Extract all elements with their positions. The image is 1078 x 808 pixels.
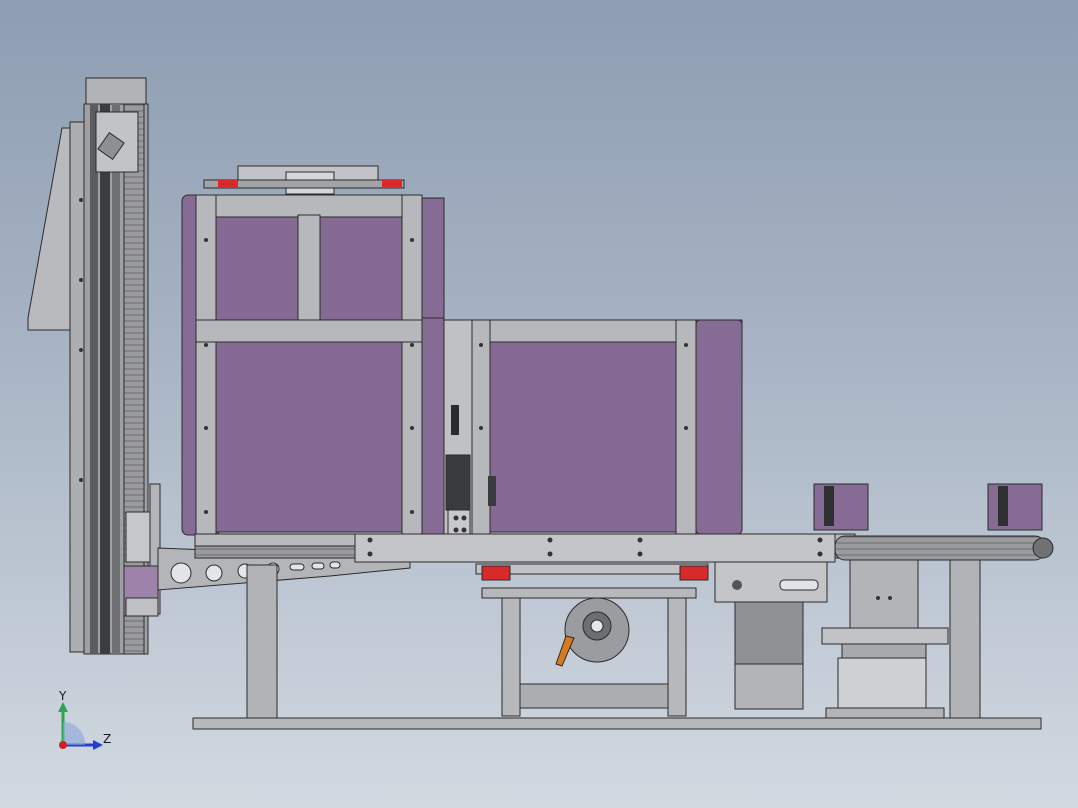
y-arrow-head [58, 702, 68, 712]
drive-unit [475, 563, 709, 717]
conveyor-carriers [813, 483, 1043, 531]
vertical-lift-column [27, 77, 161, 655]
z-axis-label: Z [103, 732, 111, 746]
x-axis-dot [59, 741, 67, 749]
leg-left [246, 564, 278, 719]
cylinder-stack [821, 559, 949, 719]
z-arrow-head [93, 740, 103, 750]
leg-right [949, 559, 981, 719]
center-post [443, 319, 473, 539]
machine-side-view: Y Z [27, 77, 1054, 750]
motor-assembly [714, 561, 828, 710]
cad-viewport[interactable]: Y Z [0, 0, 1078, 808]
upper-left-cabinet [181, 165, 445, 536]
base-plate [192, 717, 1042, 730]
main-beam [194, 533, 1054, 563]
axis-triad: Y Z [58, 689, 111, 750]
y-axis-label: Y [58, 689, 67, 703]
right-cabinet [471, 319, 743, 536]
